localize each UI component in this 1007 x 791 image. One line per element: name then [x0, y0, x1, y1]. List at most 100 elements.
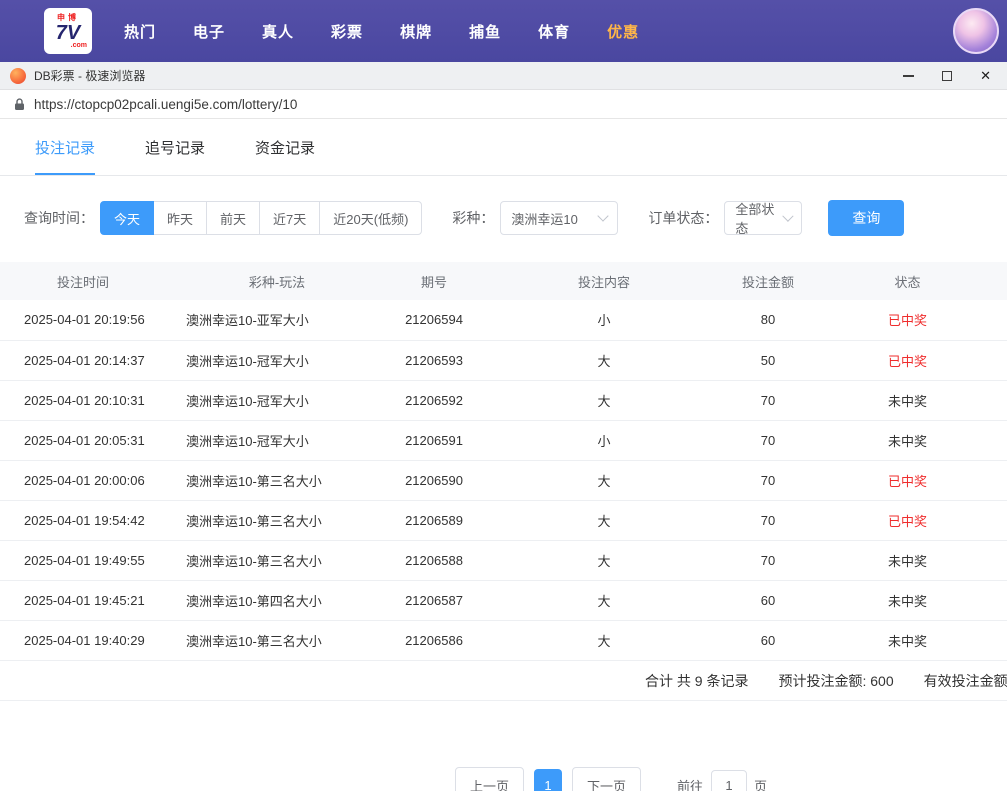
order-status-value: 全部状态 — [735, 199, 783, 237]
logo-suffix-text: .com — [71, 42, 87, 49]
cell-bet-amount: 70 — [728, 380, 808, 420]
time-option-today[interactable]: 今天 — [100, 201, 154, 235]
bet-records-table: 投注时间 彩种-玩法 期号 投注内容 投注金额 状态 2025-04-01 20… — [0, 262, 1007, 661]
site-logo[interactable]: 申博 7V .com — [44, 8, 92, 54]
nav-item-hot[interactable]: 热门 — [124, 21, 156, 42]
avatar[interactable] — [953, 8, 999, 54]
site-nav-menu: 热门 电子 真人 彩票 棋牌 捕鱼 体育 优惠 — [124, 21, 639, 42]
logo-main-text: 7V — [56, 23, 80, 43]
column-header-status: 状态 — [808, 262, 1007, 300]
pagination: 上一页 1 下一页 前往 页 — [0, 767, 1007, 791]
nav-item-fishing[interactable]: 捕鱼 — [469, 21, 501, 42]
cell-game-play: 澳洲幸运10-第三名大小 — [166, 500, 388, 540]
nav-item-cards[interactable]: 棋牌 — [400, 21, 432, 42]
cell-issue: 21206592 — [388, 380, 480, 420]
cell-bet-amount: 70 — [728, 540, 808, 580]
nav-item-live[interactable]: 真人 — [262, 21, 294, 42]
column-header-amount: 投注金额 — [728, 262, 808, 300]
page-word-label: 页 — [754, 776, 767, 791]
cell-bet-amount: 70 — [728, 420, 808, 460]
cell-bet-content: 小 — [480, 420, 728, 460]
cell-bet-content: 大 — [480, 620, 728, 660]
column-header-game: 彩种-玩法 — [166, 262, 388, 300]
cell-game-play: 澳洲幸运10-冠军大小 — [166, 380, 388, 420]
search-button[interactable]: 查询 — [828, 200, 904, 236]
cell-bet-content: 大 — [480, 460, 728, 500]
record-tabs: 投注记录 追号记录 资金记录 — [0, 119, 1007, 176]
cell-game-play: 澳洲幸运10-第四名大小 — [166, 580, 388, 620]
status-filter-label: 订单状态： — [648, 208, 718, 228]
filter-bar: 查询时间： 今天 昨天 前天 近7天 近20天(低频) 彩种： 澳洲幸运10 订… — [0, 176, 1007, 236]
nav-item-promo[interactable]: 优惠 — [607, 21, 639, 42]
browser-addressbar: https://ctopcp02pcali.uengi5e.com/lotter… — [0, 90, 1007, 119]
cell-bet-time: 2025-04-01 19:49:55 — [0, 540, 166, 580]
cell-issue: 21206594 — [388, 300, 480, 340]
cell-bet-time: 2025-04-01 20:05:31 — [0, 420, 166, 460]
time-filter-group: 今天 昨天 前天 近7天 近20天(低频) — [100, 201, 422, 235]
cell-game-play: 澳洲幸运10-第三名大小 — [166, 540, 388, 580]
cell-bet-time: 2025-04-01 19:40:29 — [0, 620, 166, 660]
tab-fund-records[interactable]: 资金记录 — [255, 119, 315, 175]
time-option-daybefore[interactable]: 前天 — [206, 201, 260, 235]
cell-bet-time: 2025-04-01 20:19:56 — [0, 300, 166, 340]
cell-bet-amount: 50 — [728, 340, 808, 380]
time-option-yesterday[interactable]: 昨天 — [153, 201, 207, 235]
minimize-icon[interactable] — [903, 75, 914, 77]
goto-page-input[interactable] — [711, 770, 747, 791]
cell-bet-amount: 70 — [728, 460, 808, 500]
cell-status: 已中奖 — [808, 460, 1007, 500]
chevron-down-icon — [598, 210, 609, 221]
page-number-current[interactable]: 1 — [534, 769, 562, 791]
goto-page-label: 前往 — [677, 776, 703, 791]
lottery-select-value: 澳洲幸运10 — [511, 209, 577, 228]
cell-bet-time: 2025-04-01 20:00:06 — [0, 460, 166, 500]
nav-item-lottery[interactable]: 彩票 — [331, 21, 363, 42]
summary-expected: 预计投注金额: 600 — [778, 671, 893, 691]
lottery-filter-label: 彩种： — [452, 208, 494, 228]
column-header-time: 投注时间 — [0, 262, 166, 300]
cell-bet-content: 大 — [480, 500, 728, 540]
cell-issue: 21206593 — [388, 340, 480, 380]
nav-item-sports[interactable]: 体育 — [538, 21, 570, 42]
tab-bet-records[interactable]: 投注记录 — [35, 119, 95, 175]
column-header-content: 投注内容 — [480, 262, 728, 300]
tab-chase-records[interactable]: 追号记录 — [145, 119, 205, 175]
lottery-select[interactable]: 澳洲幸运10 — [500, 201, 618, 235]
table-row: 2025-04-01 19:54:42 澳洲幸运10-第三名大小 2120658… — [0, 500, 1007, 540]
cell-issue: 21206587 — [388, 580, 480, 620]
table-row: 2025-04-01 19:40:29 澳洲幸运10-第三名大小 2120658… — [0, 620, 1007, 660]
summary-row: 合计 共 9 条记录 预计投注金额: 600 有效投注金额 — [0, 661, 1007, 701]
table-row: 2025-04-01 20:05:31 澳洲幸运10-冠军大小 21206591… — [0, 420, 1007, 460]
cell-bet-time: 2025-04-01 20:14:37 — [0, 340, 166, 380]
summary-total: 合计 共 9 条记录 — [645, 671, 748, 691]
order-status-select[interactable]: 全部状态 — [724, 201, 802, 235]
cell-bet-amount: 60 — [728, 580, 808, 620]
site-navbar: 申博 7V .com 热门 电子 真人 彩票 棋牌 捕鱼 体育 优惠 — [0, 0, 1007, 62]
cell-bet-amount: 70 — [728, 500, 808, 540]
cell-bet-amount: 60 — [728, 620, 808, 660]
time-option-20days[interactable]: 近20天(低频) — [319, 201, 422, 235]
cell-bet-content: 大 — [480, 540, 728, 580]
cell-bet-content: 小 — [480, 300, 728, 340]
cell-issue: 21206591 — [388, 420, 480, 460]
cell-issue: 21206586 — [388, 620, 480, 660]
nav-item-slots[interactable]: 电子 — [193, 21, 225, 42]
cell-issue: 21206588 — [388, 540, 480, 580]
cell-issue: 21206589 — [388, 500, 480, 540]
cell-game-play: 澳洲幸运10-亚军大小 — [166, 300, 388, 340]
url-field[interactable]: https://ctopcp02pcali.uengi5e.com/lotter… — [34, 97, 297, 112]
close-icon[interactable]: ✕ — [980, 69, 991, 82]
table-row: 2025-04-01 19:49:55 澳洲幸运10-第三名大小 2120658… — [0, 540, 1007, 580]
cell-status: 未中奖 — [808, 540, 1007, 580]
cell-bet-content: 大 — [480, 580, 728, 620]
cell-game-play: 澳洲幸运10-第三名大小 — [166, 460, 388, 500]
maximize-icon[interactable] — [942, 71, 952, 81]
prev-page-button[interactable]: 上一页 — [455, 767, 524, 791]
cell-game-play: 澳洲幸运10-冠军大小 — [166, 340, 388, 380]
cell-status: 已中奖 — [808, 500, 1007, 540]
cell-status: 未中奖 — [808, 620, 1007, 660]
cell-status: 已中奖 — [808, 340, 1007, 380]
cell-bet-time: 2025-04-01 19:45:21 — [0, 580, 166, 620]
next-page-button[interactable]: 下一页 — [572, 767, 641, 791]
time-option-7days[interactable]: 近7天 — [259, 201, 320, 235]
